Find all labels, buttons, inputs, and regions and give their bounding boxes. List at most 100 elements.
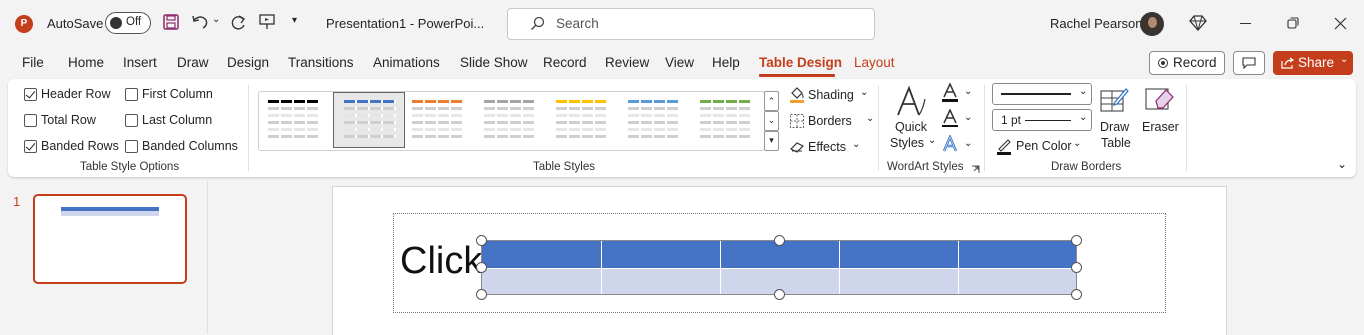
tab-slide-show[interactable]: Slide Show xyxy=(460,55,528,70)
resize-handle-bottom-center[interactable] xyxy=(774,289,785,300)
last-column-label[interactable]: Last Column xyxy=(142,113,212,127)
table[interactable] xyxy=(481,240,1077,295)
table-style-swatch[interactable] xyxy=(478,93,538,139)
comments-button[interactable] xyxy=(1233,51,1265,75)
resize-handle-top-left[interactable] xyxy=(476,235,487,246)
resize-handle-top-right[interactable] xyxy=(1071,235,1082,246)
tab-transitions[interactable]: Transitions xyxy=(288,55,354,70)
diamond-icon[interactable] xyxy=(1189,15,1207,31)
user-name[interactable]: Rachel Pearson xyxy=(1050,16,1143,31)
table-style-swatch[interactable] xyxy=(550,93,610,139)
search-input[interactable]: Search xyxy=(556,16,599,31)
tab-record[interactable]: Record xyxy=(543,55,587,70)
title-bar: P AutoSave Off ⌄ ▾ Presentation1 - Power… xyxy=(0,0,1364,48)
record-icon xyxy=(1158,58,1168,68)
tab-file[interactable]: File xyxy=(22,55,44,70)
redo-icon[interactable] xyxy=(229,14,247,32)
tab-animations[interactable]: Animations xyxy=(373,55,440,70)
powerpoint-logo-icon: P xyxy=(15,15,33,33)
tab-table-design[interactable]: Table Design xyxy=(759,55,842,70)
banded-rows-checkbox[interactable] xyxy=(24,140,37,153)
autosave-label: AutoSave xyxy=(47,16,104,31)
resize-handle-middle-right[interactable] xyxy=(1071,262,1082,273)
shading-label: Shading xyxy=(808,88,854,102)
undo-icon[interactable] xyxy=(191,14,209,30)
text-outline-button[interactable]: ⌄ xyxy=(939,109,975,131)
pen-style-dropdown[interactable]: ⌄ xyxy=(992,83,1092,105)
wordart-dialog-launcher-icon[interactable] xyxy=(971,165,980,174)
total-row-checkbox[interactable] xyxy=(24,114,37,127)
banded-columns-checkbox[interactable] xyxy=(125,140,138,153)
borders-button[interactable]: Borders ⌄ xyxy=(787,110,875,132)
gallery-more-button[interactable]: ▾ xyxy=(764,131,779,151)
avatar[interactable] xyxy=(1140,12,1164,36)
close-icon[interactable] xyxy=(1334,17,1347,30)
present-from-start-icon[interactable] xyxy=(258,13,276,31)
eraser-label: Eraser xyxy=(1142,120,1179,134)
header-row-label[interactable]: Header Row xyxy=(41,87,110,101)
first-column-label[interactable]: First Column xyxy=(142,87,213,101)
slide-thumbnail[interactable] xyxy=(33,194,187,284)
tab-design[interactable]: Design xyxy=(227,55,269,70)
text-fill-dropdown-icon: ⌄ xyxy=(964,86,973,97)
table-style-swatch[interactable] xyxy=(406,93,466,139)
banded-rows-label[interactable]: Banded Rows xyxy=(41,139,119,153)
quick-styles-dropdown-icon: ⌄ xyxy=(928,135,937,146)
gallery-scroll-down-button[interactable]: ⌄ xyxy=(764,111,779,131)
header-row-checkbox[interactable] xyxy=(24,88,37,101)
gallery-scroll-up-button[interactable]: ⌃ xyxy=(764,91,779,111)
eraser-button[interactable]: Eraser xyxy=(1138,83,1180,155)
tab-review[interactable]: Review xyxy=(605,55,649,70)
table-style-swatch[interactable] xyxy=(333,92,405,148)
customize-toolbar-icon[interactable]: ▾ xyxy=(292,15,297,26)
banded-columns-label[interactable]: Banded Columns xyxy=(142,139,238,153)
tab-view[interactable]: View xyxy=(665,55,694,70)
tab-help[interactable]: Help xyxy=(712,55,740,70)
tab-home[interactable]: Home xyxy=(68,55,104,70)
pen-style-dropdown-icon: ⌄ xyxy=(1079,86,1088,97)
shading-button[interactable]: Shading ⌄ xyxy=(787,84,871,106)
pen-weight-dropdown[interactable]: 1 pt ⌄ xyxy=(992,109,1092,131)
text-effects-dropdown-icon: ⌄ xyxy=(964,138,973,149)
first-column-checkbox[interactable] xyxy=(125,88,138,101)
share-button[interactable]: Share ⌄ xyxy=(1273,51,1353,75)
placeholder-text[interactable]: Click xyxy=(400,240,482,283)
search-icon xyxy=(530,16,546,32)
autosave-toggle[interactable]: Off xyxy=(105,12,151,34)
restore-icon[interactable] xyxy=(1287,17,1299,29)
share-dropdown-icon: ⌄ xyxy=(1340,54,1349,65)
share-icon xyxy=(1281,57,1295,69)
effects-icon xyxy=(789,140,805,154)
effects-button[interactable]: Effects ⌄ xyxy=(787,136,871,158)
ribbon-tabs: File Home Insert Draw Design Transitions… xyxy=(0,48,1364,78)
effects-label: Effects xyxy=(808,140,846,154)
save-icon[interactable] xyxy=(163,14,179,30)
table-style-swatch[interactable] xyxy=(622,93,682,139)
table-style-swatch[interactable] xyxy=(262,93,322,139)
resize-handle-bottom-right[interactable] xyxy=(1071,289,1082,300)
tab-insert[interactable]: Insert xyxy=(123,55,157,70)
draw-table-button[interactable]: Draw Table xyxy=(1096,83,1132,155)
text-effects-button[interactable]: ⌄ xyxy=(939,135,975,157)
record-button[interactable]: Record xyxy=(1149,51,1225,75)
tab-layout[interactable]: Layout xyxy=(854,55,895,70)
text-fill-button[interactable]: ⌄ xyxy=(939,83,975,105)
active-tab-underline xyxy=(759,74,835,77)
table-style-swatch[interactable] xyxy=(694,93,754,139)
search-box[interactable]: Search xyxy=(507,8,875,40)
paint-bucket-icon xyxy=(789,86,805,104)
quick-styles-button[interactable]: Quick Styles ⌄ xyxy=(886,83,936,155)
total-row-label[interactable]: Total Row xyxy=(41,113,96,127)
resize-handle-middle-left[interactable] xyxy=(476,262,487,273)
quick-styles-icon xyxy=(895,85,927,117)
undo-dropdown-icon[interactable]: ⌄ xyxy=(212,14,220,25)
last-column-checkbox[interactable] xyxy=(125,114,138,127)
collapse-ribbon-icon[interactable]: ⌄ xyxy=(1337,157,1347,171)
pen-color-button[interactable]: Pen Color ⌄ xyxy=(994,135,1084,157)
share-button-label: Share xyxy=(1298,55,1335,70)
resize-handle-top-center[interactable] xyxy=(774,235,785,246)
resize-handle-bottom-left[interactable] xyxy=(476,289,487,300)
pen-color-dropdown-icon: ⌄ xyxy=(1073,138,1082,149)
tab-draw[interactable]: Draw xyxy=(177,55,209,70)
minimize-icon[interactable] xyxy=(1240,23,1251,24)
